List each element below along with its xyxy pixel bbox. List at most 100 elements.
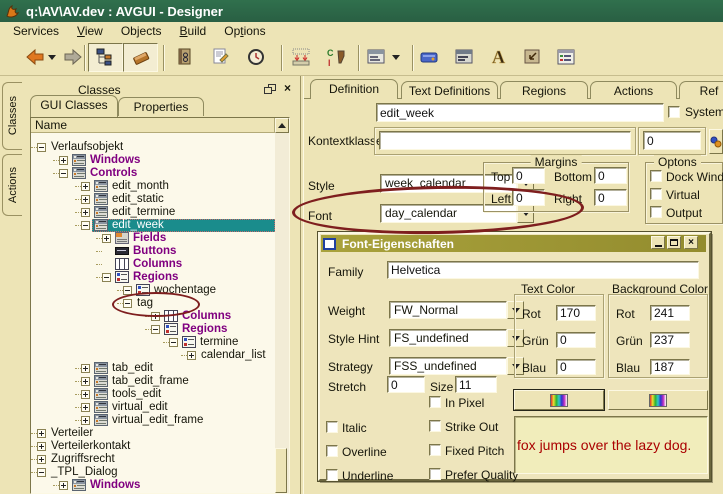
expand-toggle[interactable] <box>81 403 90 412</box>
tree-item-edit_termine[interactable]: edit_termine <box>31 206 275 219</box>
font-button[interactable]: A <box>484 43 514 71</box>
checkbox-strike-out[interactable] <box>429 420 441 432</box>
size-input[interactable] <box>455 376 497 393</box>
tree-item-verlaufsobjekt[interactable]: Verlaufsobjekt <box>31 141 275 154</box>
dialog-title-bar[interactable]: Font-Eigenschaften <box>321 235 706 252</box>
expand-toggle[interactable] <box>102 234 111 243</box>
tree-item-edit_week[interactable]: edit_week <box>31 219 275 232</box>
tab-regions[interactable]: Regions <box>500 81 588 99</box>
close-panel-icon[interactable]: × <box>284 81 291 95</box>
expand-toggle[interactable] <box>81 182 90 191</box>
dialog-list-button[interactable] <box>551 43 581 71</box>
menu-view[interactable]: View <box>68 23 112 39</box>
collapse-toggle[interactable] <box>37 143 46 152</box>
text-color-picker-button[interactable] <box>514 390 604 410</box>
import-data-button[interactable] <box>286 43 316 71</box>
tree-item-fields[interactable]: Fields <box>31 232 275 245</box>
collapse-toggle[interactable] <box>123 299 132 308</box>
expand-toggle[interactable] <box>37 442 46 451</box>
expand-toggle[interactable] <box>151 312 160 321</box>
class-instance-button[interactable]: CI <box>322 43 352 71</box>
tab-properties[interactable]: Properties <box>118 97 204 116</box>
collapse-toggle[interactable] <box>169 338 178 347</box>
tree-item-columns[interactable]: Columns <box>31 258 275 271</box>
side-tab-actions[interactable]: Actions <box>2 154 22 216</box>
tree-item-edit_static[interactable]: edit_static <box>31 193 275 206</box>
expand-toggle[interactable] <box>81 416 90 425</box>
minimize-button[interactable] <box>651 236 665 249</box>
tree-item-tag[interactable]: tag <box>31 297 275 310</box>
disk-button[interactable] <box>414 43 444 71</box>
expand-toggle[interactable] <box>81 364 90 373</box>
panel-splitter[interactable] <box>300 76 304 494</box>
tree-scrollbar[interactable] <box>275 133 289 493</box>
checkbox-underline[interactable] <box>326 469 338 481</box>
expand-toggle[interactable] <box>59 156 68 165</box>
collapse-toggle[interactable] <box>123 286 132 295</box>
checkbox-output[interactable] <box>650 206 662 218</box>
expand-toggle[interactable] <box>81 390 90 399</box>
class-name-input[interactable] <box>376 103 664 122</box>
class-hierarchy-button[interactable] <box>88 43 123 72</box>
text-color-rot-input[interactable] <box>556 305 596 321</box>
expand-toggle[interactable] <box>37 455 46 464</box>
background-color-blau-input[interactable] <box>650 359 690 375</box>
tree-item-_tpl_dialog[interactable]: _TPL_Dialog <box>31 466 275 479</box>
margin-top-input[interactable] <box>512 167 545 184</box>
margin-right-input[interactable] <box>594 189 627 206</box>
style-hint-combobox[interactable]: FS_undefined <box>389 329 524 347</box>
side-tab-classes[interactable]: Classes <box>2 82 22 150</box>
dropdown-arrow-button[interactable] <box>46 43 58 71</box>
expand-toggle[interactable] <box>187 351 196 360</box>
menu-build[interactable]: Build <box>171 23 216 39</box>
expand-toggle[interactable] <box>59 481 68 490</box>
tree-item-windows[interactable]: Windows <box>31 154 275 167</box>
tree-item-virtual_edit_frame[interactable]: virtual_edit_frame <box>31 414 275 427</box>
checkbox-virtual[interactable] <box>650 188 662 200</box>
collapse-toggle[interactable] <box>37 468 46 477</box>
kontextklasse-input[interactable] <box>379 131 631 150</box>
tree-item-regions[interactable]: Regions <box>31 323 275 336</box>
tree-item-termine[interactable]: termine <box>31 336 275 349</box>
eraser-button[interactable] <box>123 43 158 72</box>
collapse-toggle[interactable] <box>59 169 68 178</box>
tree-item-regions[interactable]: Regions <box>31 271 275 284</box>
tab-ref[interactable]: Ref <box>679 81 723 99</box>
background-color-picker-button[interactable] <box>608 390 708 410</box>
tree-item-tab_edit_frame[interactable]: tab_edit_frame <box>31 375 275 388</box>
tree-item-buttons[interactable]: Buttons <box>31 245 275 258</box>
margin-bottom-input[interactable] <box>594 167 627 184</box>
checkbox-italic[interactable] <box>326 421 338 433</box>
tree-item-tools_edit[interactable]: tools_edit <box>31 388 275 401</box>
clock-button[interactable] <box>241 43 271 71</box>
checkbox-dock-window[interactable] <box>650 170 662 182</box>
tree-item-tab_edit[interactable]: tab_edit <box>31 362 275 375</box>
tree-item-verteilerkontakt[interactable]: Verteilerkontakt <box>31 440 275 453</box>
tree-item-controls[interactable]: Controls <box>31 167 275 180</box>
stretch-input[interactable] <box>387 376 425 393</box>
form-window2-button[interactable] <box>449 43 479 71</box>
tree-item-zugriffsrecht[interactable]: Zugriffsrecht <box>31 453 275 466</box>
text-color-grün-input[interactable] <box>556 332 596 348</box>
menu-services[interactable]: Services <box>4 23 68 39</box>
background-color-grün-input[interactable] <box>650 332 690 348</box>
scrollbar-thumb[interactable] <box>275 448 287 493</box>
system-checkbox[interactable] <box>668 106 680 118</box>
tree-item-virtual_edit[interactable]: virtual_edit <box>31 401 275 414</box>
text-color-blau-input[interactable] <box>556 359 596 375</box>
checkbox-overline[interactable] <box>326 445 338 457</box>
menu-options[interactable]: Options <box>215 23 274 39</box>
tree-item-verteiler[interactable]: Verteiler <box>31 427 275 440</box>
tab-actions[interactable]: Actions <box>590 81 677 99</box>
close-button[interactable]: × <box>684 236 698 249</box>
maximize-button[interactable] <box>667 236 681 249</box>
tab-definition[interactable]: Definition <box>310 79 398 99</box>
expand-toggle[interactable] <box>81 195 90 204</box>
tree-item-wochentage[interactable]: wochentage <box>31 284 275 297</box>
checkbox-in-pixel[interactable] <box>429 396 441 408</box>
tab-text-definitions[interactable]: Text Definitions <box>401 81 498 99</box>
edit-document-button[interactable] <box>206 43 236 71</box>
menu-objects[interactable]: Objects <box>112 23 171 39</box>
scroll-up-button[interactable] <box>275 118 289 133</box>
strategy-combobox[interactable]: FSS_undefined <box>389 357 524 375</box>
